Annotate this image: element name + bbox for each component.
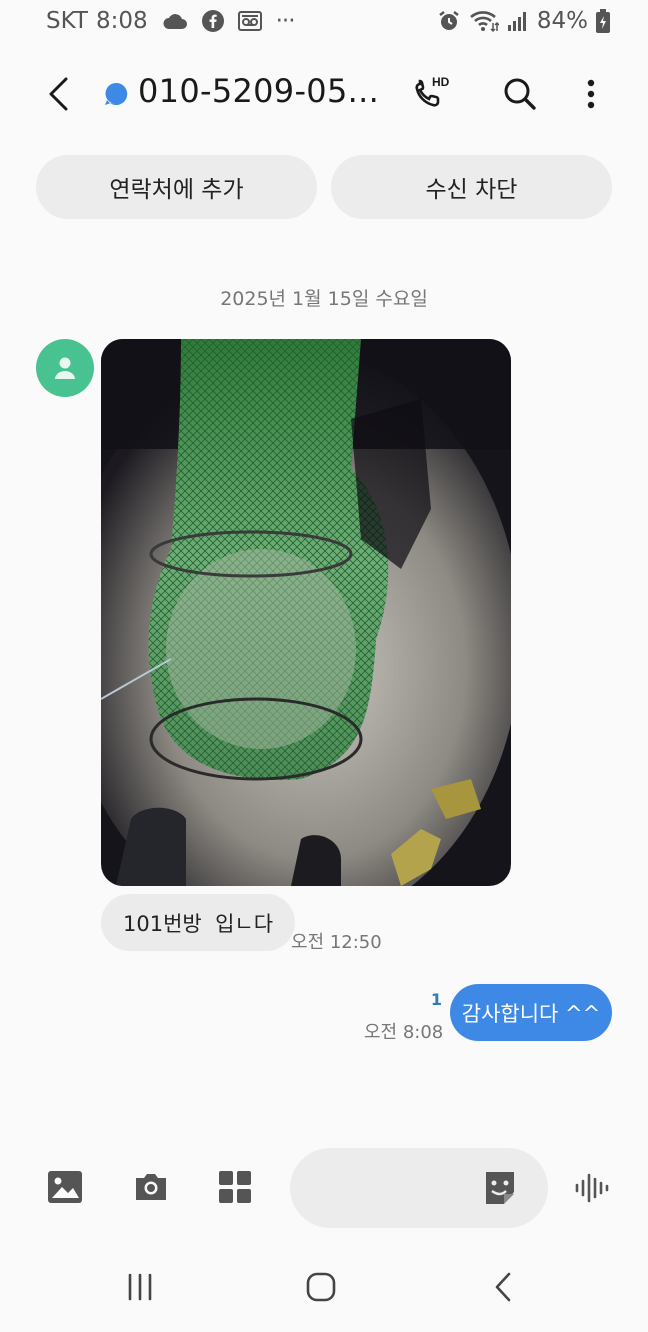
carrier-label: SKT (46, 8, 88, 34)
wifi-icon (469, 9, 499, 33)
battery-icon (596, 9, 610, 33)
back-button[interactable] (38, 72, 78, 116)
alarm-icon (437, 9, 461, 33)
unread-count-badge: 1 (430, 990, 442, 1009)
phone-hd-icon: HD (415, 75, 450, 107)
sender-avatar[interactable] (36, 339, 94, 397)
nav-back-button[interactable] (481, 1264, 525, 1310)
gallery-button[interactable] (45, 1167, 85, 1207)
facebook-icon (201, 10, 224, 32)
signal-icon (507, 10, 529, 32)
back-arrow-icon (49, 77, 68, 111)
hd-badge: HD (432, 75, 450, 89)
conversation-title[interactable]: 010-5209-05... (138, 72, 379, 110)
clock-label: 8:08 (95, 8, 148, 34)
home-icon (306, 1272, 336, 1302)
date-separator: 2025년 1월 15일 수요일 (220, 288, 428, 310)
photo-attachment[interactable] (101, 339, 511, 886)
search-button[interactable] (500, 74, 540, 114)
search-icon (504, 78, 536, 110)
status-bar-left: SKT 8:08 ··· (46, 8, 296, 34)
image-icon (48, 1171, 82, 1203)
block-number-button[interactable]: 수신 차단 (331, 155, 612, 219)
camera-icon (136, 1174, 166, 1200)
sticker-button[interactable] (480, 1168, 520, 1208)
grid-icon (219, 1171, 251, 1203)
more-vert-icon (587, 79, 595, 109)
recent-apps-icon (128, 1273, 152, 1301)
more-notifications-indicator: ··· (275, 8, 296, 34)
hd-call-button[interactable]: HD (410, 72, 458, 116)
voice-waveform-icon (575, 1173, 609, 1203)
sticker-icon (486, 1172, 514, 1204)
incoming-message-bubble[interactable]: 101번방 입ㄴ다 (101, 894, 296, 951)
outgoing-message-bubble[interactable]: 감사합니다 ^^ (450, 984, 612, 1041)
more-options-button[interactable] (578, 74, 604, 114)
incoming-message-time: 오전 12:50 (291, 932, 382, 953)
add-to-contacts-button[interactable]: 연락처에 추가 (36, 155, 317, 219)
cloud-icon (162, 12, 188, 30)
outgoing-message-time: 오전 8:08 (364, 1022, 444, 1043)
contact-status-dot-icon (104, 82, 128, 106)
battery-percent: 84% (536, 8, 588, 34)
camera-button[interactable] (131, 1167, 171, 1207)
home-button[interactable] (299, 1264, 343, 1310)
voice-record-button[interactable] (572, 1168, 612, 1208)
recent-apps-button[interactable] (118, 1264, 162, 1310)
nav-back-icon (495, 1272, 511, 1302)
apps-button[interactable] (215, 1167, 255, 1207)
fish-net-photo (101, 339, 511, 886)
status-bar-right: 84% (437, 8, 610, 34)
voicemail-icon (237, 11, 262, 31)
person-icon (55, 357, 75, 379)
